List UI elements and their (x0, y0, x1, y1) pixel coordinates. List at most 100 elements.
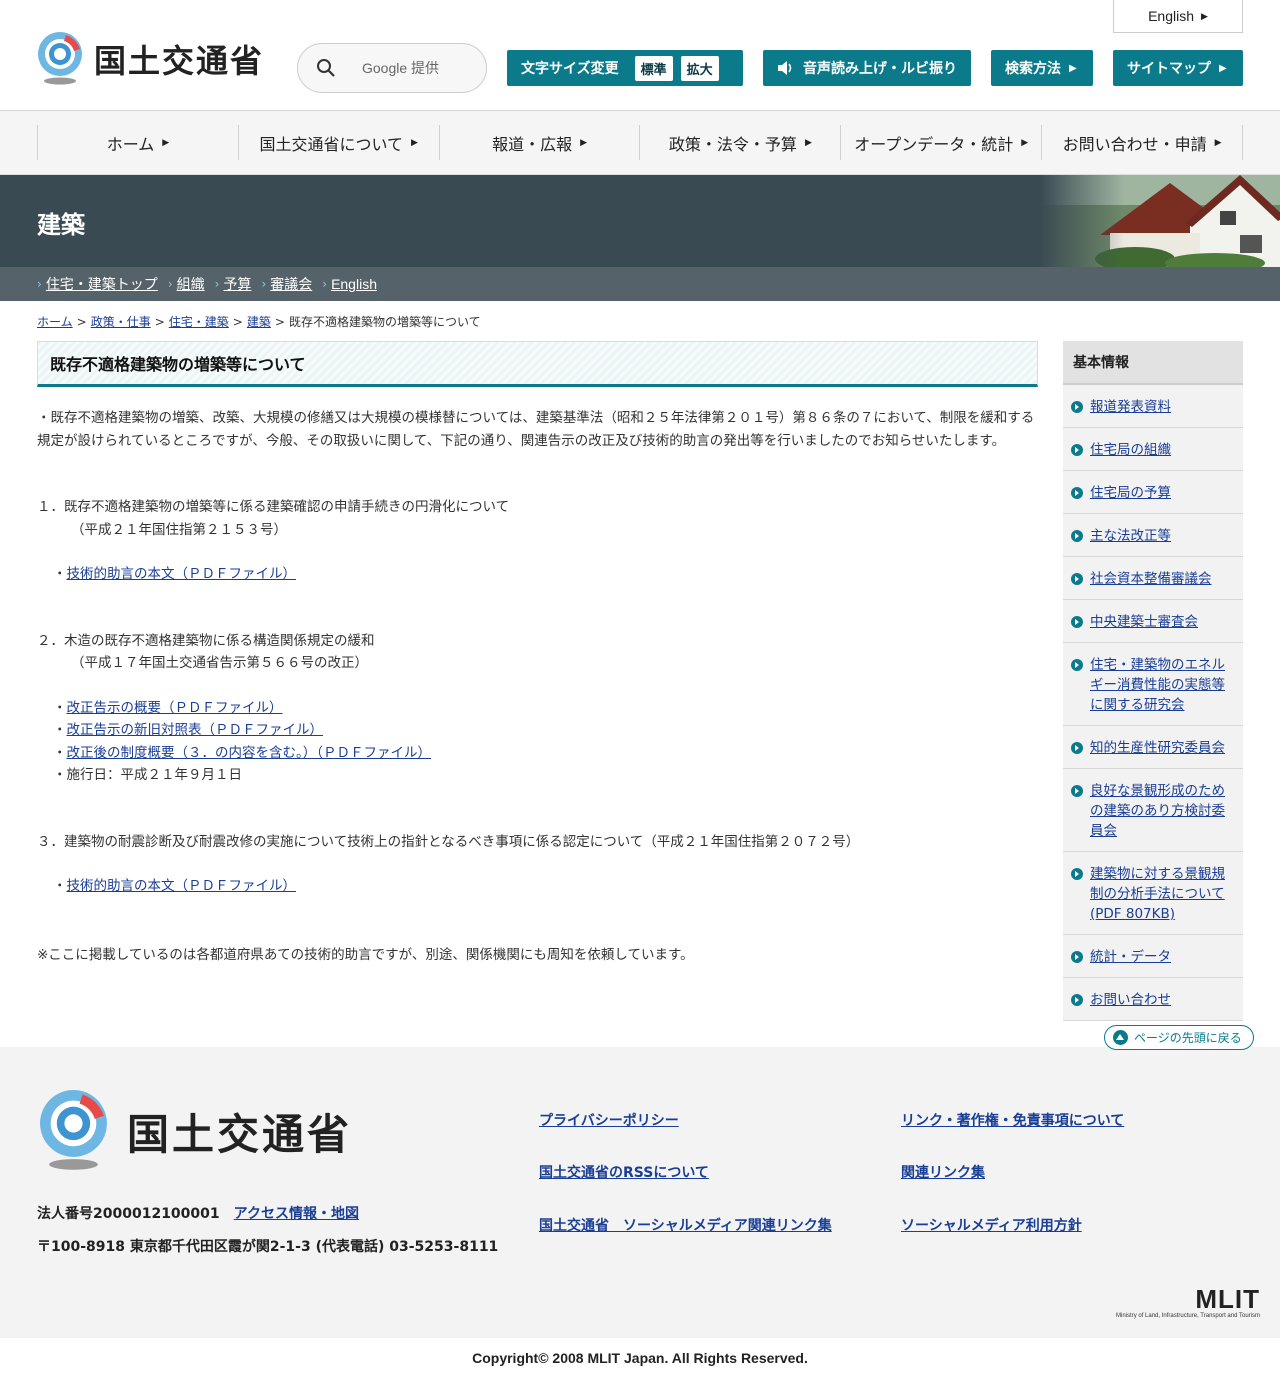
sidebar-link[interactable]: 社会資本整備審議会 (1090, 569, 1212, 589)
subnav-item[interactable]: › 組織 (168, 274, 205, 294)
link-list: ・技術的助言の本文（ＰＤＦファイル） (37, 875, 1038, 898)
sidebar-link[interactable]: 統計・データ (1090, 947, 1171, 967)
subnav-item[interactable]: › English (322, 276, 377, 292)
search-method-button[interactable]: 検索方法 ▶ (991, 50, 1093, 86)
arrow-circle-icon (1071, 530, 1083, 542)
gnav-label: お問い合わせ・申請 (1062, 134, 1207, 154)
global-nav: ホーム ▶ 国土交通省について ▶ 報道・広報 ▶ 政策・法令・予算 ▶ オープンデータ… (0, 111, 1280, 175)
triangle-right-icon: ▶ (1219, 62, 1227, 74)
voice-ruby-button[interactable]: 音声読み上げ・ルビ振り (763, 50, 971, 86)
sidebar-item[interactable]: 良好な景観形成のための建築のあり方検討委員会 (1063, 769, 1243, 852)
arrow-circle-icon (1071, 401, 1083, 413)
sidebar-item[interactable]: 報道発表資料 (1063, 385, 1243, 428)
triangle-right-icon: ▶ (580, 137, 588, 148)
mlit-logo-icon (40, 1089, 107, 1170)
arrow-up-icon (1113, 1030, 1128, 1045)
mlit-wordmark: MLIT Ministry of Land, Infrastructure, T… (1100, 1285, 1260, 1319)
subnav-item[interactable]: › 審議会 (261, 274, 312, 294)
sidebar-item[interactable]: お問い合わせ (1063, 978, 1243, 1021)
sidebar-item[interactable]: 主な法改正等 (1063, 514, 1243, 557)
subnav-item[interactable]: › 予算 (215, 274, 252, 294)
sidebar-link[interactable]: 住宅局の組織 (1090, 440, 1171, 460)
gnav-contact[interactable]: お問い合わせ・申請 ▶ (1041, 125, 1243, 160)
english-label: English (1148, 8, 1194, 24)
back-to-top-button[interactable]: ページの先頭に戻る (1104, 1025, 1254, 1050)
pdf-link[interactable]: 改正後の制度概要（３．の内容を含む。）（ＰＤＦファイル） (67, 745, 432, 761)
footer-link-rss[interactable]: 国土交通省のRSSについて (539, 1162, 709, 1182)
breadcrumb-link[interactable]: 住宅・建築 (169, 315, 229, 329)
chevron-right-icon: › (214, 277, 220, 291)
sidebar-link[interactable]: 住宅・建築物のエネルギー消費性能の実態等に関する研究会 (1090, 655, 1235, 715)
footer-logo[interactable]: 国土交通省 (37, 1089, 352, 1173)
gnav-about[interactable]: 国土交通省について ▶ (237, 125, 439, 160)
subnav-link[interactable]: 組織 (177, 274, 205, 294)
triangle-right-icon: ▶ (1069, 62, 1077, 74)
gnav-home[interactable]: ホーム ▶ (37, 125, 238, 160)
footer-link-social-policy[interactable]: ソーシャルメディア利用方針 (901, 1215, 1082, 1235)
font-size-standard-button[interactable]: 標準 (634, 55, 673, 81)
search-method-label: 検索方法 (1005, 61, 1061, 77)
sidebar-item[interactable]: 中央建築士審査会 (1063, 600, 1243, 643)
footer-link-related[interactable]: 関連リンク集 (901, 1162, 985, 1182)
search-icon[interactable] (316, 58, 336, 78)
search-input[interactable] (362, 60, 482, 76)
gnav-policy[interactable]: 政策・法令・予算 ▶ (639, 125, 840, 160)
intro-text: ・既存不適格建築物の増築、改築、大規模の修繕又は大規模の模様替については、建築基… (37, 410, 1035, 449)
subnav-link[interactable]: English (331, 276, 377, 292)
sidebar-item[interactable]: 住宅・建築物のエネルギー消費性能の実態等に関する研究会 (1063, 643, 1243, 726)
gnav-label: 国土交通省について (259, 134, 404, 154)
footer-link-privacy[interactable]: プライバシーポリシー (539, 1110, 679, 1130)
pdf-link[interactable]: 改正告示の新旧対照表（ＰＤＦファイル） (67, 722, 324, 738)
main-content: 既存不適格建築物の増築等について ・既存不適格建築物の増築、改築、大規模の修繕又… (37, 341, 1038, 966)
footer-logo-text: 国土交通省 (127, 1109, 353, 1159)
pdf-link[interactable]: 技術的助言の本文（ＰＤＦファイル） (67, 878, 297, 894)
breadcrumb-link[interactable]: 建築 (247, 315, 271, 329)
breadcrumb-link[interactable]: ホーム (37, 315, 73, 329)
gnav-opendata[interactable]: オープンデータ・統計 ▶ (840, 125, 1041, 160)
effective-date: 施行日：平成２１年９月１日 (66, 767, 243, 783)
sidebar-item[interactable]: 住宅局の予算 (1063, 471, 1243, 514)
font-size-large-button[interactable]: 拡大 (680, 55, 719, 81)
sidebar-link[interactable]: 中央建築士審査会 (1090, 612, 1198, 632)
english-button[interactable]: English ▶ (1113, 0, 1243, 33)
sidebar-link[interactable]: 主な法改正等 (1090, 526, 1171, 546)
pdf-link[interactable]: 技術的助言の本文（ＰＤＦファイル） (67, 566, 297, 582)
item-heading: ３．建築物の耐震診断及び耐震改修の実施について技術上の指針となるべき事項に係る認… (37, 833, 860, 850)
sidebar-link[interactable]: 報道発表資料 (1090, 397, 1171, 417)
search-box[interactable] (297, 43, 487, 93)
sidebar-item[interactable]: 住宅局の組織 (1063, 428, 1243, 471)
subnav-link[interactable]: 住宅・建築トップ (46, 274, 158, 294)
subnav-link[interactable]: 審議会 (270, 274, 312, 294)
sidebar-item[interactable]: 統計・データ (1063, 935, 1243, 978)
item-subheading: （平成２１年国住指第２１５３号） (71, 521, 287, 538)
sidebar-link[interactable]: 知的生産性研究委員会 (1090, 738, 1225, 758)
sidebar-link[interactable]: お問い合わせ (1090, 990, 1171, 1010)
chevron-right-icon: › (167, 277, 173, 291)
sitemap-button[interactable]: サイトマップ ▶ (1113, 50, 1243, 86)
triangle-right-icon: ▶ (1201, 10, 1208, 21)
breadcrumb-link[interactable]: 政策・仕事 (91, 315, 151, 329)
sidebar-item[interactable]: 社会資本整備審議会 (1063, 557, 1243, 600)
sidebar-item[interactable]: 知的生産性研究委員会 (1063, 726, 1243, 769)
pdf-link[interactable]: 改正告示の概要（ＰＤＦファイル） (67, 700, 283, 716)
site-logo[interactable]: 国土交通省 (36, 32, 264, 86)
gnav-label: 政策・法令・予算 (668, 134, 797, 154)
sidebar-item[interactable]: 建築物に対する景観規制の分析手法について(PDF 807KB) (1063, 852, 1243, 935)
sidebar-link[interactable]: 良好な景観形成のための建築のあり方検討委員会 (1090, 781, 1235, 841)
breadcrumb-separator: > (232, 315, 243, 329)
address: 〒100-8918 東京都千代田区霞が関2-1-3 (代表電話) 03-5253… (37, 1239, 499, 1255)
gnav-press[interactable]: 報道・広報 ▶ (438, 125, 640, 160)
sidebar-link[interactable]: 建築物に対する景観規制の分析手法について(PDF 807KB) (1090, 864, 1235, 924)
footer-link-social[interactable]: 国土交通省 ソーシャルメディア関連リンク集 (539, 1215, 832, 1235)
item-heading: １．既存不適格建築物の増築等に係る建築確認の申請手続きの円滑化について (37, 499, 510, 515)
subnav-item[interactable]: › 住宅・建築トップ (37, 274, 158, 294)
footer-link-copyright[interactable]: リンク・著作権・免責事項について (901, 1110, 1124, 1130)
chevron-right-icon: › (261, 277, 267, 291)
access-link[interactable]: アクセス情報・地図 (234, 1206, 359, 1222)
list-item: ・技術的助言の本文（ＰＤＦファイル） (53, 566, 297, 582)
list-item: ・施行日：平成２１年９月１日 (53, 767, 243, 783)
subnav-link[interactable]: 予算 (223, 274, 251, 294)
sidebar-link[interactable]: 住宅局の予算 (1090, 483, 1171, 503)
section-banner: 建築 (0, 175, 1280, 267)
sidebar-heading: 基本情報 (1063, 341, 1243, 385)
